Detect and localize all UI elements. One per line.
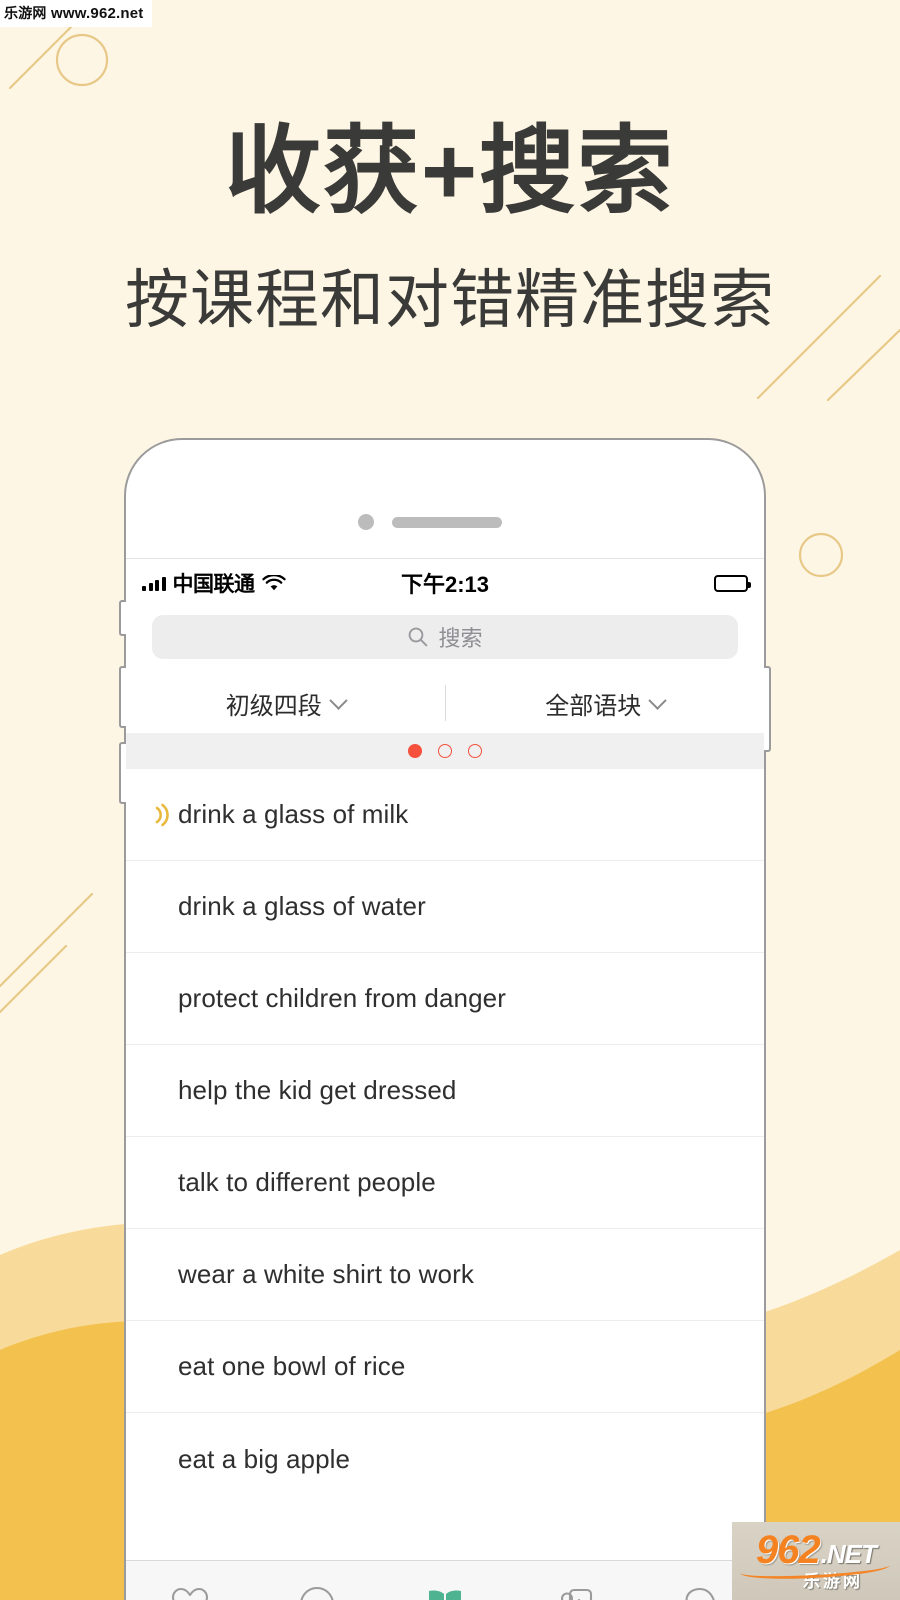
page-dot[interactable] <box>438 744 452 758</box>
chevron-down-icon <box>648 690 667 710</box>
filter-bar: 初级四段 全部语块 <box>126 673 764 733</box>
list-item-text: protect children from danger <box>178 983 506 1013</box>
list-item-text: talk to different people <box>178 1167 436 1197</box>
volume-up-button[interactable] <box>119 666 126 728</box>
phone-mockup: 中国联通 下午2:13 搜索 初级四段 全部语块 drink a glass o… <box>119 438 771 1600</box>
list-item-text: wear a white shirt to work <box>178 1259 474 1289</box>
battery-icon <box>714 574 752 592</box>
status-bar: 中国联通 下午2:13 <box>126 559 764 607</box>
tab-classroom[interactable] <box>509 1586 637 1600</box>
watermark-bottom-right: 962 .NET 乐游网 <box>732 1522 900 1600</box>
page-dot[interactable] <box>468 744 482 758</box>
volume-down-button[interactable] <box>119 742 126 804</box>
page-title: 收获+搜索 <box>224 118 676 225</box>
list-item[interactable]: wear a white shirt to work <box>126 1229 764 1321</box>
signal-bars-icon <box>142 576 166 591</box>
heart-icon <box>170 1586 210 1600</box>
list-item-text: eat one bowl of rice <box>178 1351 406 1381</box>
watermark-top-left: 乐游网 www.962.net <box>0 0 152 27</box>
watermark-site-name: 乐游网 <box>4 5 47 21</box>
mute-switch[interactable] <box>119 600 126 636</box>
search-icon <box>407 626 429 648</box>
list-item[interactable]: help the kid get dressed <box>126 1045 764 1137</box>
page-dot-active[interactable] <box>408 744 422 758</box>
list-item-text: drink a glass of water <box>178 891 426 921</box>
chevron-down-icon <box>329 690 348 710</box>
list-item[interactable]: eat a big apple <box>126 1413 764 1505</box>
list-item-text: eat a big apple <box>178 1443 351 1474</box>
carrier-label: 中国联通 <box>172 573 256 596</box>
search-section: 搜索 <box>126 607 764 673</box>
teacher-board-icon <box>552 1586 594 1600</box>
search-placeholder: 搜索 <box>438 626 483 651</box>
list-item[interactable]: eat one bowl of rice <box>126 1321 764 1413</box>
wifi-icon <box>261 574 286 592</box>
tab-listening[interactable] <box>254 1586 382 1600</box>
list-item[interactable]: drink a glass of water <box>126 861 764 953</box>
watermark-url: www.962.net <box>50 5 144 22</box>
filter-course-label: 初级四段 <box>225 692 322 720</box>
tab-favorites[interactable] <box>126 1586 254 1600</box>
profile-ghost-icon <box>680 1586 720 1600</box>
page-subtitle: 按课程和对错精准搜索 <box>125 264 775 336</box>
status-bar-time: 下午2:13 <box>400 572 490 597</box>
power-button[interactable] <box>764 666 771 752</box>
search-input[interactable]: 搜索 <box>152 615 738 659</box>
tab-book[interactable] <box>381 1586 509 1600</box>
filter-chunk-dropdown[interactable]: 全部语块 <box>446 686 765 721</box>
filter-chunk-label: 全部语块 <box>545 692 642 720</box>
filter-course-dropdown[interactable]: 初级四段 <box>126 686 445 721</box>
book-icon <box>423 1586 467 1600</box>
earpiece-speaker <box>392 517 502 528</box>
list-item[interactable]: drink a glass of milk <box>126 769 764 861</box>
list-item[interactable]: protect children from danger <box>126 953 764 1045</box>
list-item-text: help the kid get dressed <box>178 1075 457 1105</box>
phrase-list: drink a glass of milk drink a glass of w… <box>126 769 764 1505</box>
bottom-tab-bar <box>126 1560 764 1600</box>
front-camera-icon <box>358 514 374 530</box>
list-item[interactable]: talk to different people <box>126 1137 764 1229</box>
headphones-icon <box>295 1586 339 1600</box>
page-indicator[interactable] <box>126 733 764 769</box>
phone-screen: 中国联通 下午2:13 搜索 初级四段 全部语块 drink a glass o… <box>126 558 764 1600</box>
list-item-text: drink a glass of milk <box>178 799 409 829</box>
sound-wave-icon[interactable] <box>146 803 178 827</box>
